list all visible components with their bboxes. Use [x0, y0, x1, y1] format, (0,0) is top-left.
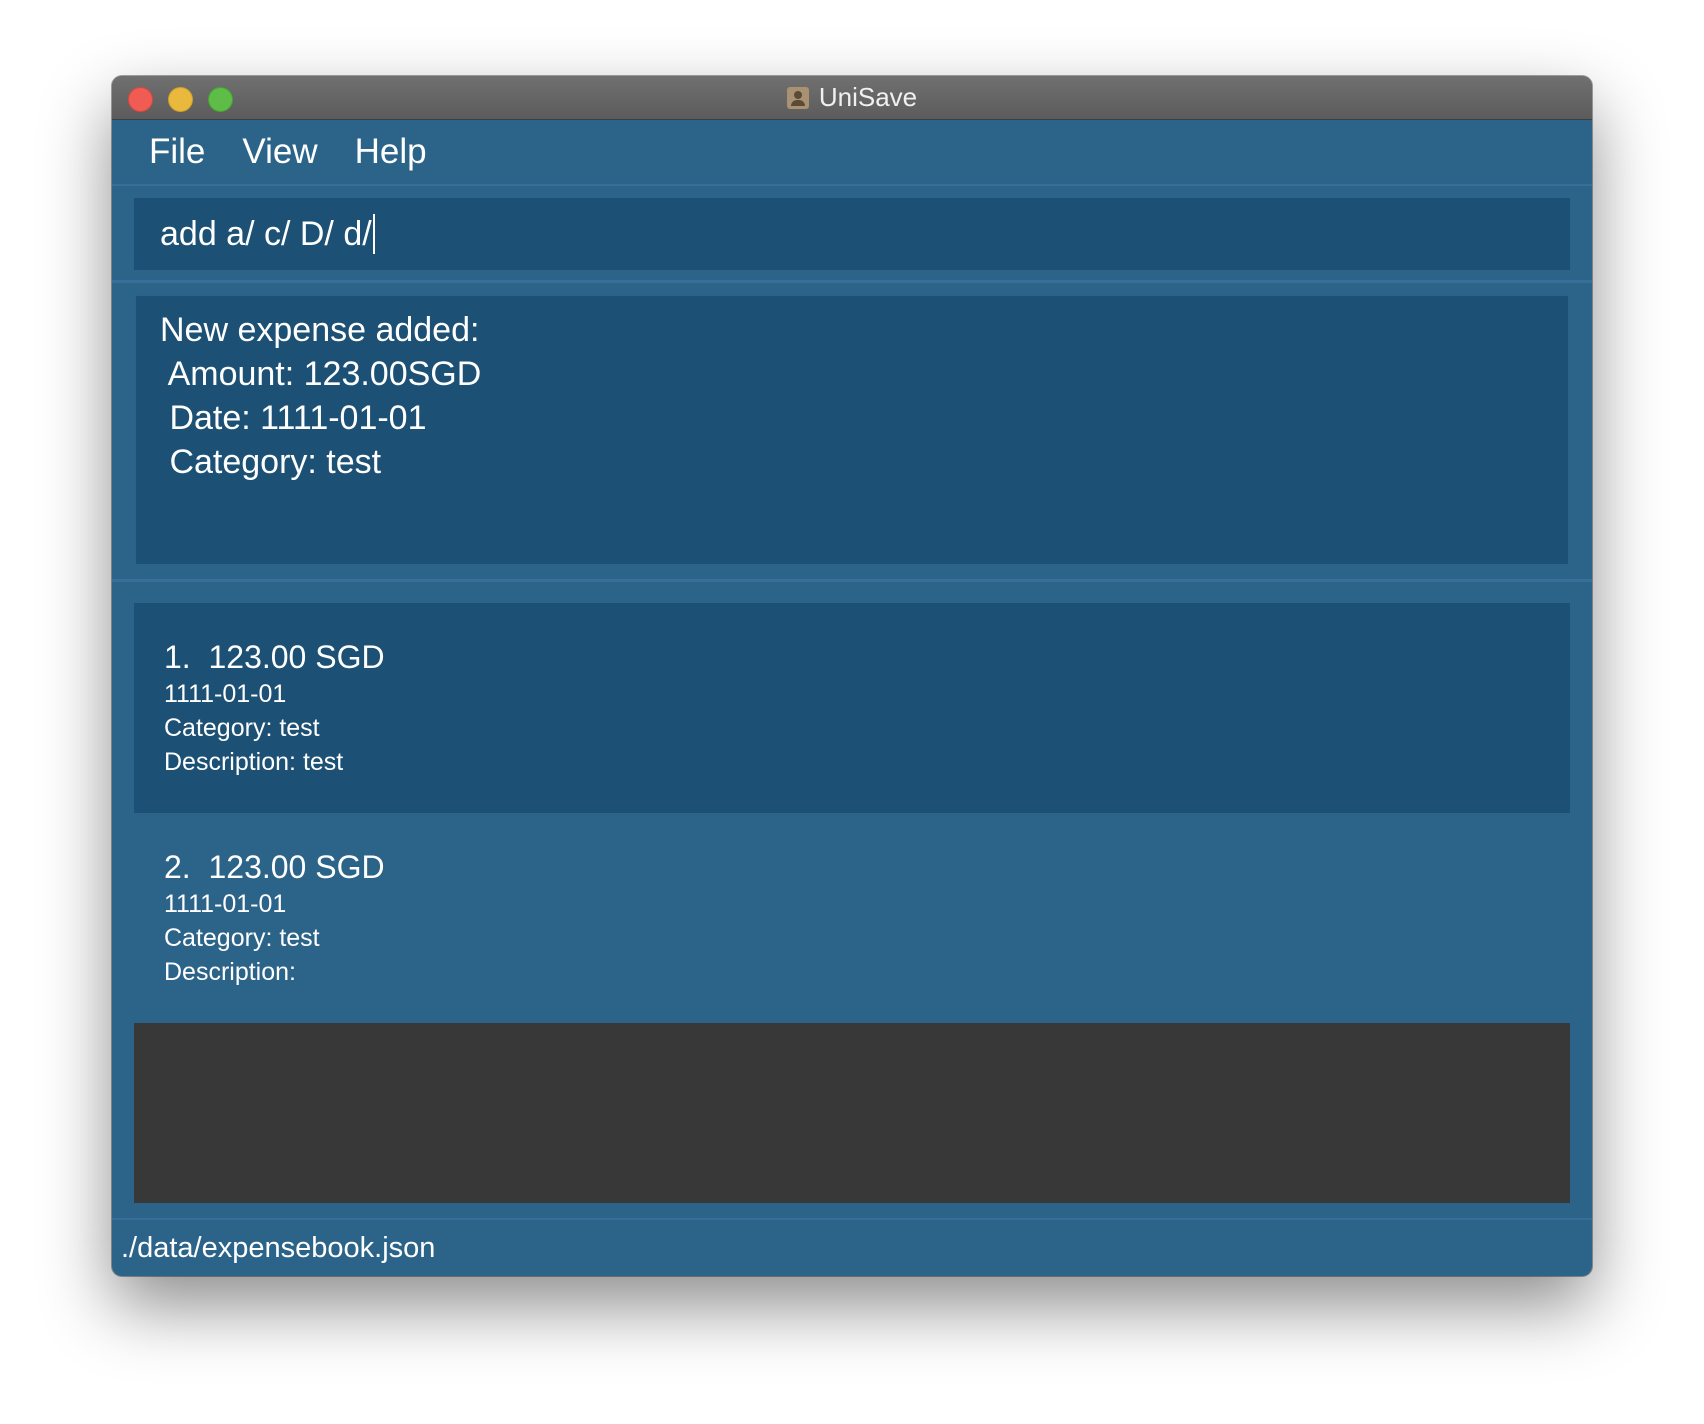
window-title-wrap: UniSave [112, 76, 1592, 119]
expense-category: Category: test [164, 924, 320, 952]
expense-card[interactable]: 2. 123.00 SGD 1111-01-01 Category: test … [134, 813, 1570, 1023]
menu-file[interactable]: File [149, 132, 205, 172]
expense-list: 1. 123.00 SGD 1111-01-01 Category: test … [134, 603, 1570, 1023]
expense-index: 1. [164, 639, 191, 675]
result-line: Date: 1111-01-01 [160, 399, 427, 437]
result-line: Category: test [160, 443, 382, 481]
window-title: UniSave [818, 82, 918, 112]
expense-description: Description: test [164, 748, 344, 776]
save-location: ./data/expensebook.json [121, 1231, 436, 1264]
status-bar: ./data/expensebook.json [112, 1220, 1592, 1276]
expense-index: 2. [164, 849, 191, 885]
app-window: UniSave File View Help add a/ c/ D/ d/ N… [112, 76, 1592, 1276]
list-empty-area [134, 1023, 1570, 1203]
app-icon [786, 86, 809, 109]
text-caret [372, 214, 375, 254]
menu-help[interactable]: Help [355, 132, 427, 172]
expense-amount: 123.00 SGD [208, 639, 385, 675]
expense-description: Description: [164, 958, 296, 986]
command-input-value: add a/ c/ D/ d/ [160, 214, 372, 253]
expense-category: Category: test [164, 714, 320, 742]
menu-bar: File View Help [112, 120, 1592, 186]
expense-date: 1111-01-01 [164, 680, 287, 708]
menu-view[interactable]: View [242, 132, 317, 172]
expense-card[interactable]: 1. 123.00 SGD 1111-01-01 Category: test … [134, 603, 1570, 813]
result-display: New expense added: Amount: 123.00SGD Dat… [134, 294, 1570, 566]
expense-date: 1111-01-01 [164, 890, 287, 918]
result-line: New expense added: [160, 311, 480, 349]
command-input[interactable]: add a/ c/ D/ d/ [134, 198, 1570, 270]
expense-amount: 123.00 SGD [208, 849, 385, 885]
divider [112, 280, 1592, 283]
expense-title: 2. 123.00 SGD [164, 847, 1570, 887]
expense-title: 1. 123.00 SGD [164, 637, 1570, 677]
title-bar[interactable]: UniSave [112, 76, 1592, 120]
divider [112, 579, 1592, 582]
result-line: Amount: 123.00SGD [160, 355, 482, 393]
